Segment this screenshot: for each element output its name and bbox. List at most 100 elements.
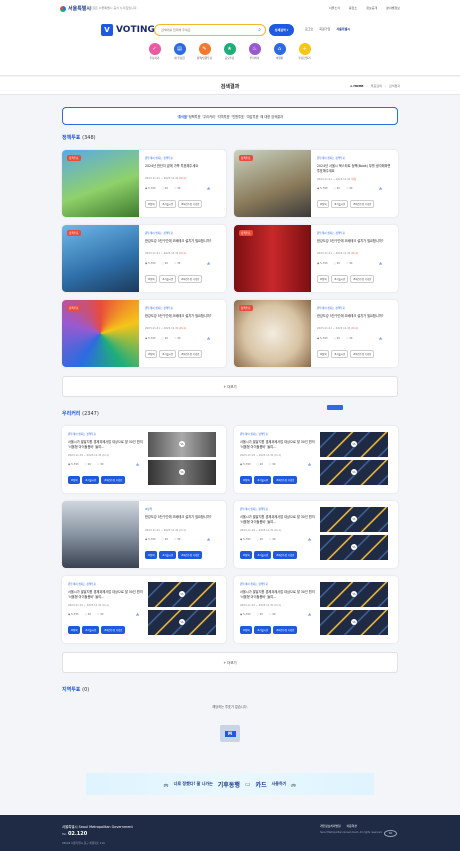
card-title[interactable]: 한강도강 5단구간에 오베테크 설치가 필요합니까? xyxy=(317,239,392,244)
card-image[interactable]: 정책투표 xyxy=(234,150,311,217)
share-icon[interactable]: ⋔ xyxy=(308,537,311,542)
card-title[interactable]: 서울시가 발달지원 경제과제사업 대상으로 할 30인 원의 '서울형 아이돌봄… xyxy=(240,515,318,525)
tag[interactable]: #정책 xyxy=(317,200,330,208)
tag[interactable]: #서울시민 xyxy=(159,551,177,559)
menu-item-6[interactable]: + 투표만들기 xyxy=(295,43,314,60)
terms-link[interactable]: 이용약관 xyxy=(347,824,357,828)
tag[interactable]: #의견수렴 기획안 xyxy=(273,626,298,634)
card-title[interactable]: 2024년 한단지 끝에 가족 투표해주세요 xyxy=(145,164,220,169)
vote-thumbnails[interactable]: VS VS xyxy=(320,582,388,635)
tag[interactable]: #정책 xyxy=(145,350,158,358)
login-link[interactable]: 로그인 xyxy=(305,27,313,31)
card-title[interactable]: 서울시가 발달지원 경제과제사업 대상으로 할 30인 원의 '서울형 아이돌봄… xyxy=(68,440,146,450)
share-icon[interactable]: ⋔ xyxy=(207,537,210,542)
card-title[interactable]: 한강도강 5단구간에 오베테크 설치가 필요합니까? xyxy=(317,314,392,319)
tag[interactable]: #의견수렴 기획안 xyxy=(178,275,203,283)
search-input[interactable]: 검색어를 입력해 주세요. ⌕ xyxy=(154,24,266,36)
tag[interactable]: #서울시민 xyxy=(331,275,349,283)
policy-card[interactable]: 정책투표 원투데이 쉽지는 정책투표 한강도강 5단구간에 오베테크 설치가 필요합… xyxy=(62,225,226,292)
policy-more-button[interactable]: + 더보기 xyxy=(62,376,398,397)
tag[interactable]: #정책 xyxy=(317,350,330,358)
tag[interactable]: #의견수렴 기획안 xyxy=(178,200,203,208)
vote-thumbnails[interactable]: VS VS xyxy=(148,432,216,485)
menu-item-2[interactable]: ✎ 정책/민원투표 xyxy=(195,43,214,60)
policy-card[interactable]: 정책투표 원투데이 쉽지는 정책투표 2024년 서울시 북스타트 정책(Book)… xyxy=(234,150,398,217)
card-title[interactable]: 서울시가 발달지원 경제과제사업 대상으로 할 30인 원의 '서울형 아이돌봄… xyxy=(240,440,318,450)
tag[interactable]: #서울시민 xyxy=(254,626,272,634)
policy-card[interactable]: 정책투표 원투데이 쉽지는 정책투표 2024년 한단지 끝에 가족 투표해주세요 2… xyxy=(62,150,226,217)
share-icon[interactable]: ⋔ xyxy=(308,462,311,467)
tag[interactable]: #서울시민 xyxy=(331,350,349,358)
tag[interactable]: #의견수렴 기획안 xyxy=(350,350,375,358)
curry-more-button[interactable]: + 더보기 xyxy=(62,652,398,673)
card-image[interactable]: 정책투표 xyxy=(62,225,139,292)
tag[interactable]: #정책 xyxy=(145,200,158,208)
policy-card[interactable]: 정책투표 원투데이 쉽지는 정책투표 한강도강 5단구간에 오베테크 설치가 필요합… xyxy=(234,225,398,292)
top-link[interactable]: 서울소식 xyxy=(329,6,340,10)
curry-card[interactable]: 원투데이 쉽지는 정책투표 서울시가 발달지원 경제과제사업 대상으로 할 30인… xyxy=(234,426,398,493)
vote-thumbnails[interactable]: VS VS xyxy=(320,432,388,485)
share-icon[interactable]: ⋔ xyxy=(136,462,139,467)
tag[interactable]: #서울시민 xyxy=(159,200,177,208)
card-title[interactable]: 한강도강 5단구간에 오베테크 설치가 필요합니까? xyxy=(145,239,220,244)
tag[interactable]: #정책 xyxy=(240,626,253,634)
share-icon[interactable]: ⋔ xyxy=(379,336,382,341)
signup-link[interactable]: 회원가입 xyxy=(319,27,330,31)
tag[interactable]: #정책 xyxy=(68,476,81,484)
share-icon[interactable]: ⋔ xyxy=(207,261,210,266)
pagination-indicator[interactable] xyxy=(327,405,343,410)
tag[interactable]: #의견수렴 기획안 xyxy=(350,200,375,208)
tag[interactable]: #서울시민 xyxy=(331,200,349,208)
tag[interactable]: #의견수렴 기획안 xyxy=(273,551,298,559)
advanced-search-button[interactable]: 상세검색 ▾ xyxy=(269,24,294,36)
privacy-link[interactable]: 개인정보처리방침 xyxy=(320,824,341,828)
search-icon[interactable]: ⌕ xyxy=(258,27,261,33)
tag[interactable]: #서울시민 xyxy=(254,476,272,484)
card-title[interactable]: 한강도강 5단구간에 오베테크 설치가 필요합니까? xyxy=(145,515,220,520)
card-image[interactable]: 정책투표 xyxy=(234,300,311,367)
share-icon[interactable]: ⋔ xyxy=(136,612,139,617)
card-image[interactable] xyxy=(62,501,139,568)
tag[interactable]: #의견수렴 기획안 xyxy=(273,476,298,484)
top-link[interactable]: 응답소 xyxy=(349,6,357,10)
vote-thumbnails[interactable]: VS VS xyxy=(320,507,388,560)
seoul-mini-logo[interactable]: 서울특별시 xyxy=(336,27,350,31)
share-icon[interactable]: ⋔ xyxy=(207,336,210,341)
card-image[interactable]: 정책투표 xyxy=(62,300,139,367)
policy-card[interactable]: 정책투표 원투데이 쉽지는 정책투표 한강도강 5단구간에 오베테크 설치가 필요합… xyxy=(234,300,398,367)
tag[interactable]: #의견수렴 기획안 xyxy=(178,551,203,559)
curry-card[interactable]: 원투데이 쉽지는 정책투표 서울시가 발달지원 경제과제사업 대상으로 할 30인… xyxy=(234,501,398,568)
curry-card[interactable]: 원투데이 쉽지는 정책투표 서울시가 발달지원 경제과제사업 대상으로 할 30인… xyxy=(62,576,226,643)
ad-banner[interactable]: 🚌 너로 정했다! 잘 나가는 기후동행 ▭ 카드 사용하기 🚌 xyxy=(86,773,374,795)
tag[interactable]: #정책 xyxy=(240,476,253,484)
breadcrumb-home[interactable]: ⌂ HOME xyxy=(350,84,363,88)
card-title[interactable]: 한강도강 5단구간에 오베테크 설치가 필요합니까? xyxy=(145,314,220,319)
tag[interactable]: #정책 xyxy=(68,626,81,634)
tag[interactable]: #정책 xyxy=(145,275,158,283)
tag[interactable]: #의견수렴 기획안 xyxy=(101,626,126,634)
menu-item-1[interactable]: ▤ 내 투표함 xyxy=(170,43,189,60)
card-title[interactable]: 서울시가 발달지원 경제과제사업 대상으로 할 30인 원의 '서울형 아이돌봄… xyxy=(68,590,146,600)
curry-card[interactable]: 원투데이 쉽지는 정책투표 서울시가 발달지원 경제과제사업 대상으로 할 30인… xyxy=(62,426,226,493)
share-icon[interactable]: ⋔ xyxy=(308,612,311,617)
top-link[interactable]: 정보공개 xyxy=(366,6,377,10)
card-title[interactable]: 2024년 서울시 북스타트 정책(Book) 부를 생각해하면 투표해주세요 xyxy=(317,164,392,174)
card-title[interactable]: 서울시가 발달지원 경제과제사업 대상으로 할 30인 원의 '서울형 아이돌봄… xyxy=(240,590,318,600)
tag[interactable]: #정책 xyxy=(317,275,330,283)
tag[interactable]: #서울시민 xyxy=(159,350,177,358)
tag[interactable]: #의견수렴 기획안 xyxy=(350,275,375,283)
tag[interactable]: #서울시민 xyxy=(159,275,177,283)
policy-card[interactable]: 정책투표 원투데이 쉽지는 정책투표 한강도강 5단구간에 오베테크 설치가 필요합… xyxy=(62,300,226,367)
curry-card[interactable]: 원투데이 쉽지는 정책투표 서울시가 발달지원 경제과제사업 대상으로 할 30인… xyxy=(234,576,398,643)
menu-item-4[interactable]: ♨ 우리커리 xyxy=(245,43,264,60)
share-icon[interactable]: ⋔ xyxy=(379,186,382,191)
tag[interactable]: #정책 xyxy=(240,551,253,559)
tag[interactable]: #정책 xyxy=(145,551,158,559)
menu-item-5[interactable]: ⌂ 의결판 xyxy=(270,43,289,60)
card-image[interactable]: 정책투표 xyxy=(62,150,139,217)
menu-item-3[interactable]: ★ 공모투표 xyxy=(220,43,239,60)
curry-card[interactable]: #정책 한강도강 5단구간에 오베테크 설치가 필요합니까? 2023.11.21 … xyxy=(62,501,226,568)
voting-logo[interactable]: V VOTING xyxy=(101,24,155,36)
breadcrumb-item[interactable]: 투표검색 xyxy=(371,84,382,88)
menu-item-0[interactable]: ✓ 투표하기 xyxy=(145,43,164,60)
